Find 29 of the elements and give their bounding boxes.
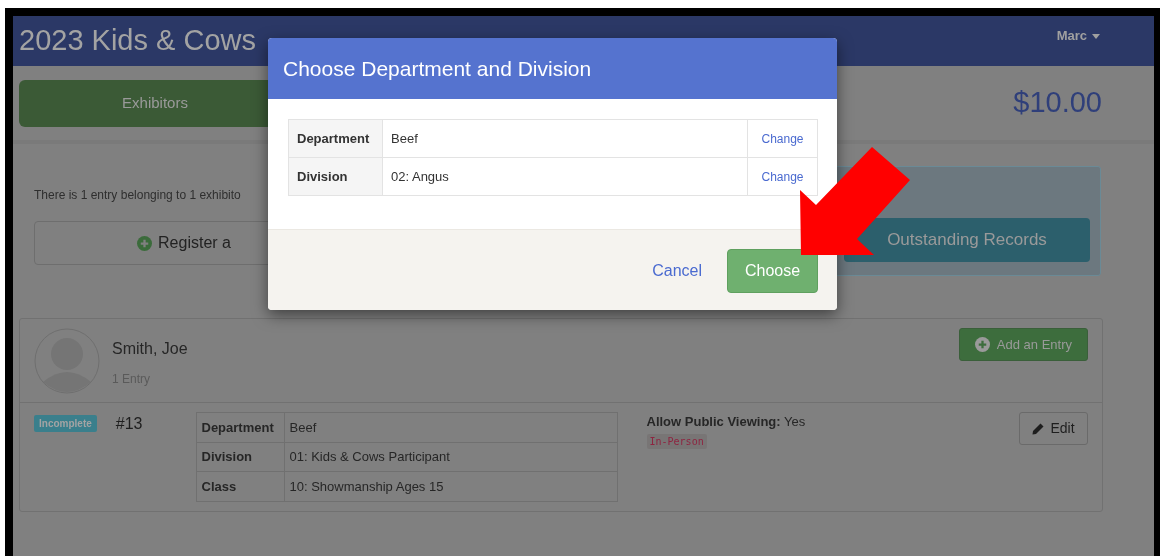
detail-value: 10: Showmanship Ages 15: [284, 471, 617, 502]
row-label: Division: [288, 157, 383, 196]
detail-value: Beef: [284, 412, 617, 443]
outstanding-records-button[interactable]: Outstanding Records: [844, 218, 1090, 262]
caret-icon: [1092, 33, 1100, 39]
summary-text: There is 1 entry belonging to 1 exhibito: [34, 187, 242, 204]
detail-label: Department: [196, 412, 284, 443]
user-menu[interactable]: Marc: [1056, 26, 1100, 46]
plus-circle-icon: [974, 337, 990, 352]
mode-tag: In-Person: [646, 433, 707, 449]
cancel-link[interactable]: Cancel: [652, 258, 702, 283]
modal-title: Choose Department and Division: [283, 55, 592, 82]
entry-number: #13: [115, 414, 143, 434]
row-label: Department: [288, 119, 383, 158]
plus-circle-icon: [137, 235, 153, 251]
page-title: 2023 Kids & Cows: [19, 23, 256, 59]
pencil-icon: [1032, 422, 1045, 435]
public-viewing-text: Allow Public Viewing: Yes: [646, 413, 807, 431]
total-amount: $10.00: [1013, 85, 1102, 121]
status-badge: Incomplete: [34, 415, 97, 432]
detail-label: Division: [196, 442, 284, 472]
choose-button[interactable]: Choose: [727, 248, 818, 293]
add-entry-button[interactable]: Add an Entry: [958, 328, 1088, 361]
edit-button[interactable]: Edit: [1019, 412, 1088, 445]
detail-value: 01: Kids & Cows Participant: [284, 442, 617, 472]
row-value: Beef: [382, 119, 748, 158]
row-value: 02: Angus: [382, 157, 748, 196]
exhibitor-name: Smith, Joe: [112, 339, 188, 359]
detail-label: Class: [196, 471, 284, 502]
